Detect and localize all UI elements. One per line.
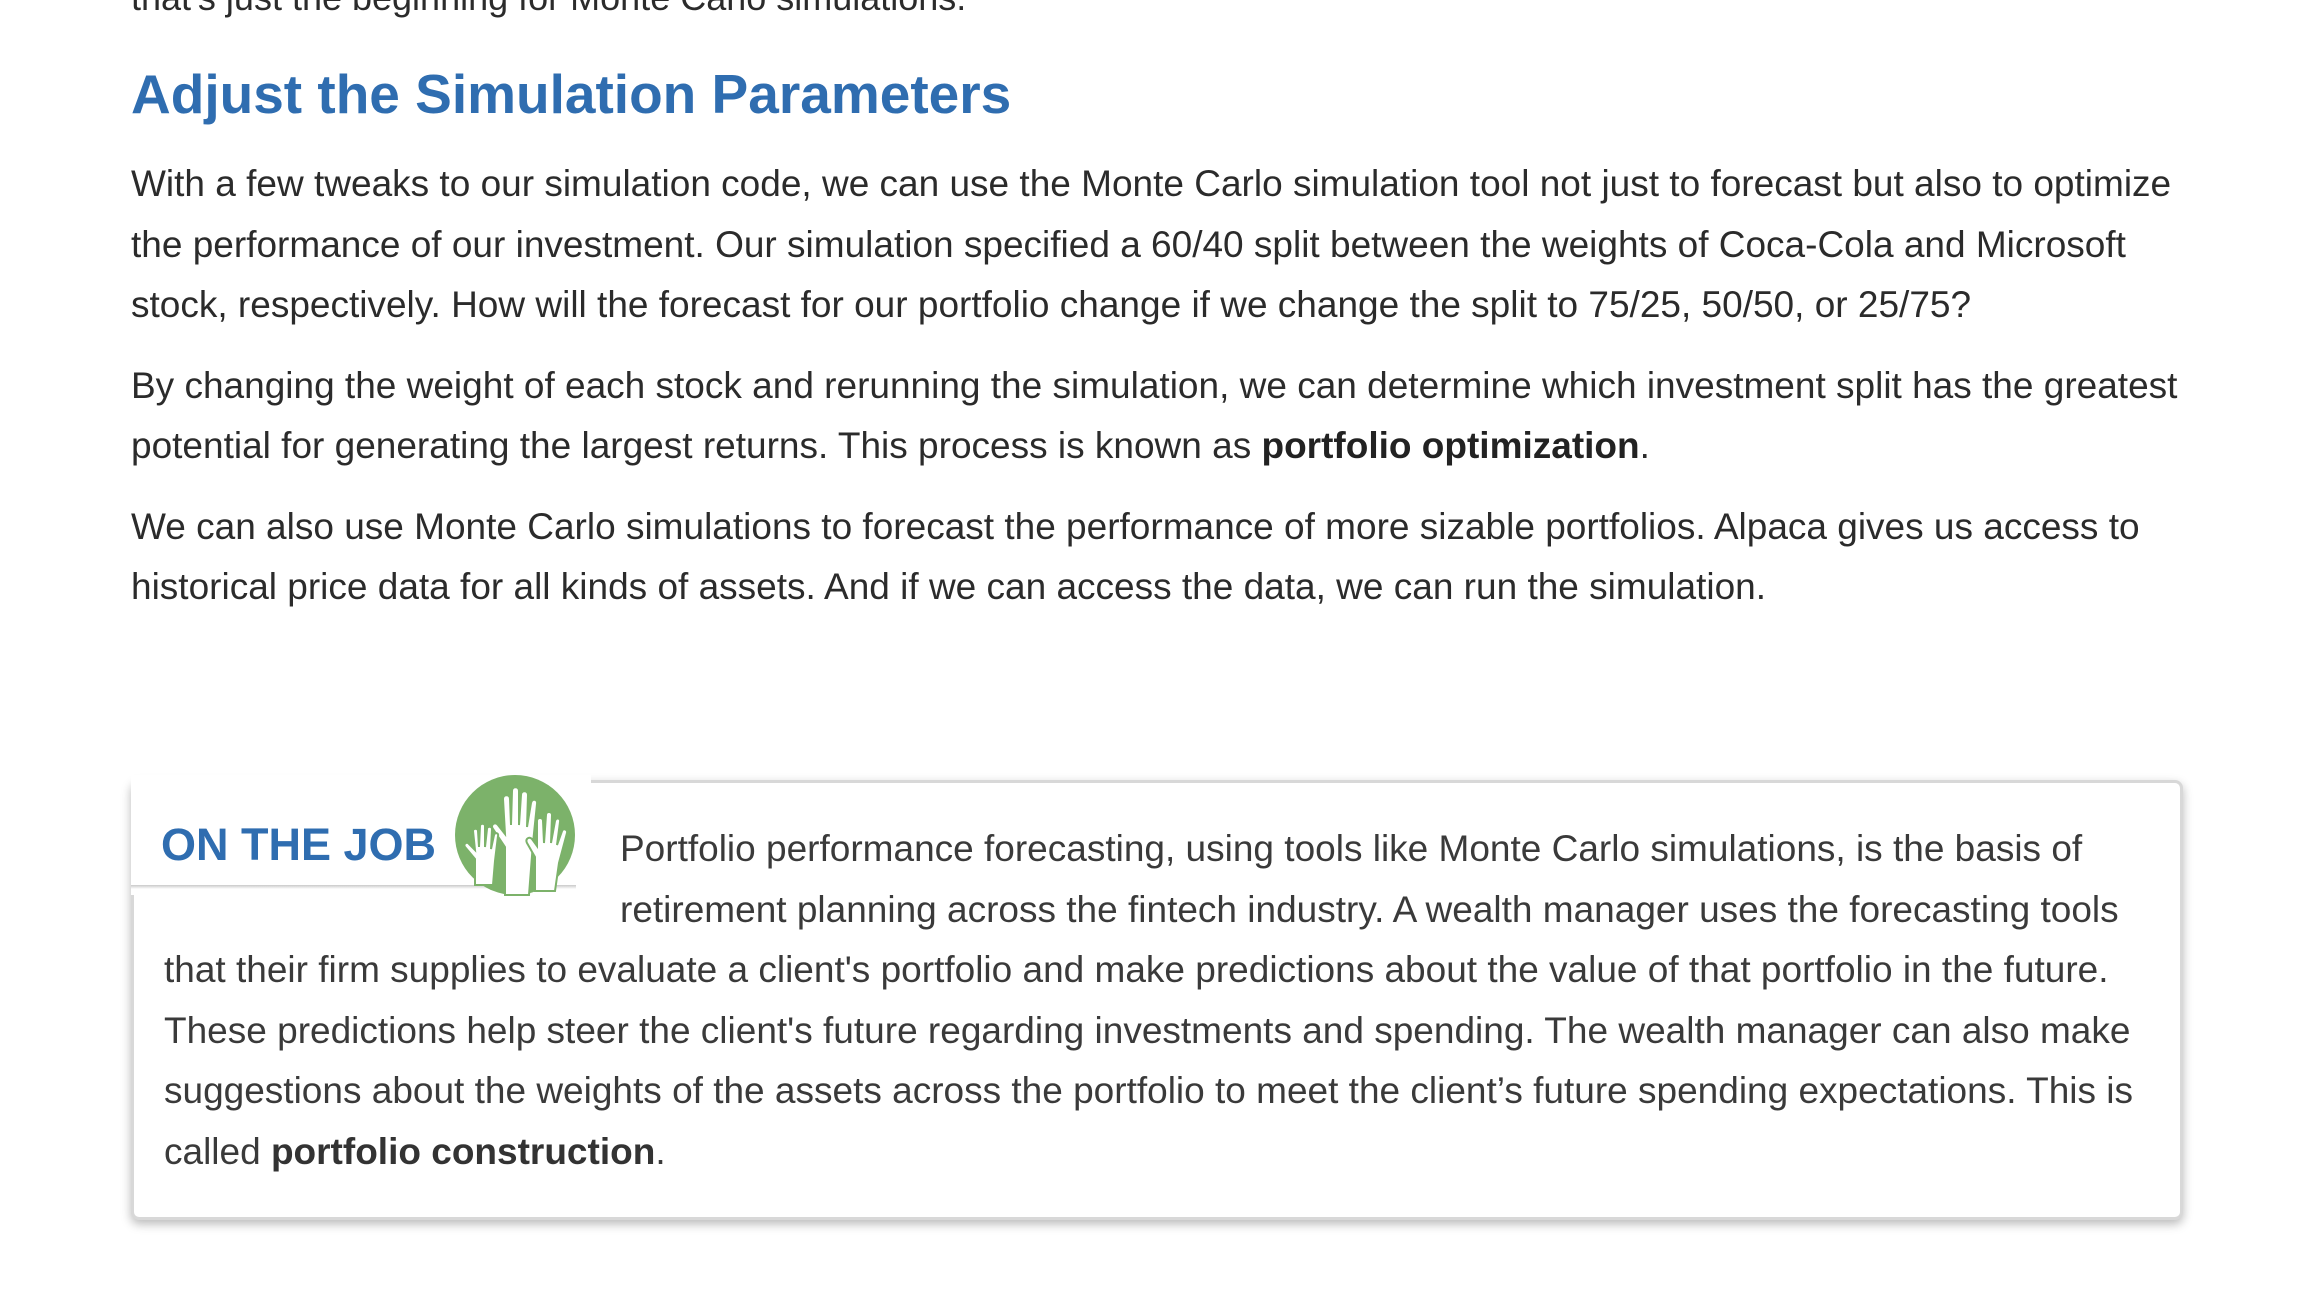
paragraph-text: By changing the weight of each stock and… — [131, 364, 2178, 467]
partial-text-line: that's just the beginning for Monte Carl… — [131, 0, 966, 22]
on-the-job-callout: Portfolio performance forecasting, using… — [131, 775, 2183, 1220]
callout-label: ON THE JOB — [161, 819, 437, 870]
callout-end: . — [655, 1130, 666, 1172]
bold-term-portfolio-optimization: portfolio optimization — [1261, 425, 1640, 466]
paragraph-end: . — [1639, 425, 1650, 466]
paragraph-group: With a few tweaks to our simulation code… — [131, 154, 2191, 638]
paragraph-portfolio-optimization: By changing the weight of each stock and… — [131, 356, 2191, 477]
raised-hands-icon — [455, 775, 575, 896]
paragraph-simulation-tweaks: With a few tweaks to our simulation code… — [131, 163, 2172, 325]
bold-term-portfolio-construction: portfolio construction — [270, 1130, 656, 1172]
callout-tab: ON THE JOB — [131, 775, 591, 896]
section-heading: Adjust the Simulation Parameters — [131, 63, 1012, 125]
paragraph-sizable-portfolios: We can also use Monte Carlo simulations … — [131, 505, 2140, 608]
